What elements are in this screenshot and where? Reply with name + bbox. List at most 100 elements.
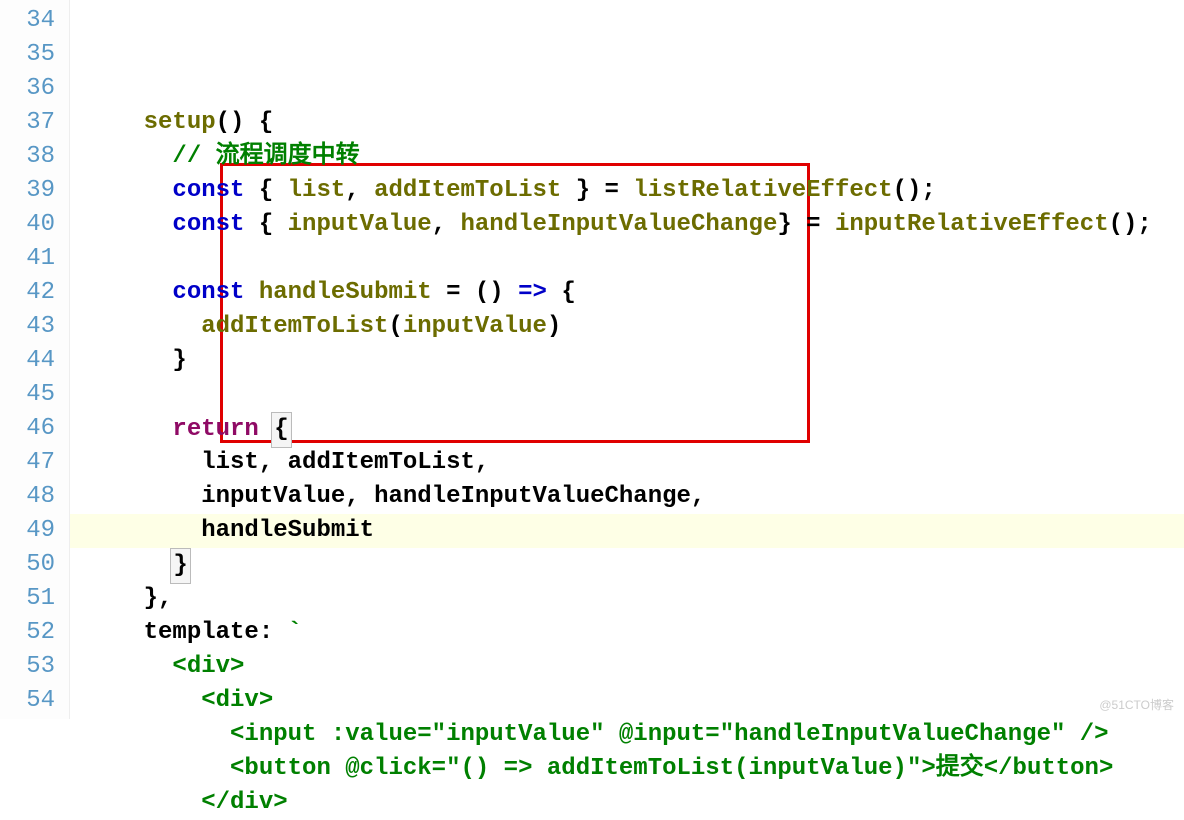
token-var: handleSubmit <box>259 279 432 306</box>
code-editor[interactable]: 3435363738394041424344454647484950515253… <box>0 0 1184 719</box>
line-number: 37 <box>0 106 55 140</box>
token-op: = <box>446 279 460 306</box>
token-fn: inputRelativeEffect <box>835 211 1109 238</box>
token-pun: { <box>244 177 287 204</box>
token-tmpl: <input :value="inputValue" @input="handl… <box>230 721 1109 748</box>
line-number: 49 <box>0 514 55 548</box>
token-var: inputValue <box>403 313 547 340</box>
code-line[interactable]: // 流程调度中转 <box>86 140 1184 174</box>
code-line[interactable]: return { <box>86 412 1184 446</box>
line-number: 43 <box>0 310 55 344</box>
token-pun: ( <box>388 313 402 340</box>
token-pun: , <box>259 449 288 476</box>
token-pun <box>504 279 518 306</box>
token-var: inputValue <box>288 211 432 238</box>
code-line[interactable]: </div> <box>86 786 1184 820</box>
token-cmt: // 流程调度中转 <box>172 143 359 170</box>
line-number: 54 <box>0 684 55 718</box>
line-number: 39 <box>0 174 55 208</box>
token-kw: const <box>172 279 244 306</box>
line-number: 42 <box>0 276 55 310</box>
code-line[interactable]: handleSubmit <box>86 514 1184 548</box>
line-number: 34 <box>0 4 55 38</box>
token-pun: , <box>345 177 374 204</box>
token-pun: ) <box>547 313 561 340</box>
token-pun: } <box>170 548 190 584</box>
token-var: list <box>288 177 346 204</box>
code-line[interactable]: setup() { <box>86 106 1184 140</box>
token-pun: { <box>244 211 287 238</box>
line-number: 47 <box>0 446 55 480</box>
line-number: 38 <box>0 140 55 174</box>
token-prop: list <box>201 449 259 476</box>
token-prop: template <box>144 619 259 646</box>
token-prop: handleInputValueChange <box>374 483 691 510</box>
code-line[interactable]: } <box>86 548 1184 582</box>
token-pun <box>432 279 446 306</box>
token-fn: listRelativeEffect <box>633 177 892 204</box>
code-line[interactable]: <button @click="() => addItemToList(inpu… <box>86 752 1184 786</box>
line-number: 41 <box>0 242 55 276</box>
code-line[interactable]: list, addItemToList, <box>86 446 1184 480</box>
token-pun: , <box>691 483 705 510</box>
token-pun: } = <box>777 211 835 238</box>
line-number: 45 <box>0 378 55 412</box>
token-tmpl: </div> <box>201 789 287 816</box>
line-number: 36 <box>0 72 55 106</box>
code-line[interactable] <box>86 378 1184 412</box>
code-line[interactable]: const { list, addItemToList } = listRela… <box>86 174 1184 208</box>
token-prop: addItemToList <box>288 449 475 476</box>
line-number: 48 <box>0 480 55 514</box>
token-kw: const <box>172 177 244 204</box>
token-kw: const <box>172 211 244 238</box>
token-pun: () { <box>216 109 274 136</box>
token-var: handleInputValueChange <box>461 211 778 238</box>
line-number: 53 <box>0 650 55 684</box>
code-line[interactable]: <div> <box>86 684 1184 718</box>
line-number: 50 <box>0 548 55 582</box>
line-number: 46 <box>0 412 55 446</box>
token-pun: } <box>172 347 186 374</box>
code-line[interactable]: addItemToList(inputValue) <box>86 310 1184 344</box>
code-line[interactable]: inputValue, handleInputValueChange, <box>86 480 1184 514</box>
code-line[interactable]: const { inputValue, handleInputValueChan… <box>86 208 1184 242</box>
token-prop: handleSubmit <box>201 517 374 544</box>
token-pun: (); <box>893 177 936 204</box>
token-var: addItemToList <box>374 177 561 204</box>
code-line[interactable]: }, <box>86 582 1184 616</box>
token-fn: addItemToList <box>201 313 388 340</box>
line-number-gutter: 3435363738394041424344454647484950515253… <box>0 0 70 719</box>
code-area[interactable]: setup() { // 流程调度中转 const { list, addIte… <box>70 0 1184 719</box>
token-tmpl: <button @click="() => addItemToList(inpu… <box>230 755 1113 782</box>
line-number: 51 <box>0 582 55 616</box>
token-pun: (); <box>1109 211 1152 238</box>
token-tmpl: ` <box>288 619 302 646</box>
token-pun <box>244 279 258 306</box>
watermark: @51CTO博客 <box>1099 696 1174 713</box>
code-line[interactable]: <div> <box>86 650 1184 684</box>
token-tmpl: <div> <box>201 687 273 714</box>
token-kw: => <box>518 279 547 306</box>
token-fn: setup <box>144 109 216 136</box>
token-prop: inputValue <box>201 483 345 510</box>
code-line[interactable]: <input :value="inputValue" @input="handl… <box>86 718 1184 752</box>
token-pun: , <box>345 483 374 510</box>
line-number: 52 <box>0 616 55 650</box>
line-number: 35 <box>0 38 55 72</box>
code-line[interactable]: const handleSubmit = () => { <box>86 276 1184 310</box>
token-pun: { <box>271 412 291 448</box>
token-pun: { <box>547 279 576 306</box>
code-line[interactable] <box>86 242 1184 276</box>
line-number: 40 <box>0 208 55 242</box>
token-pun <box>460 279 474 306</box>
token-pun: : <box>259 619 288 646</box>
token-pun: } = <box>561 177 633 204</box>
code-line[interactable]: template: ` <box>86 616 1184 650</box>
token-pun: , <box>432 211 461 238</box>
token-tmpl: <div> <box>172 653 244 680</box>
line-number: 44 <box>0 344 55 378</box>
code-line[interactable]: } <box>86 344 1184 378</box>
token-pun: () <box>475 279 504 306</box>
token-pun: , <box>475 449 489 476</box>
token-ret: return <box>172 416 258 443</box>
